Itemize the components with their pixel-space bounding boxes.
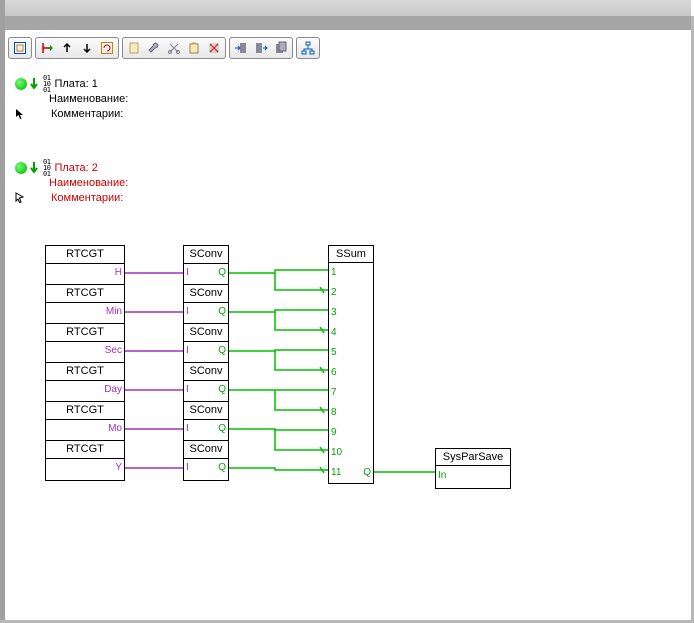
docs-button[interactable] xyxy=(271,39,291,57)
toolbar-group-5 xyxy=(296,37,320,59)
toolbar-group-1 xyxy=(8,37,32,59)
diagram: RTCGTH RTCGTMin RTCGTSec RTCGTDay RTCGTM… xyxy=(5,60,691,620)
toolbar-group-2 xyxy=(35,37,119,59)
export-button[interactable] xyxy=(251,39,271,57)
toolbar-group-3 xyxy=(122,37,226,59)
hierarchy-button[interactable] xyxy=(298,39,318,57)
move-down-button[interactable] xyxy=(77,39,97,57)
wrench-button[interactable] xyxy=(144,39,164,57)
cut-button[interactable] xyxy=(164,39,184,57)
zoom-extents-button[interactable] xyxy=(10,39,30,57)
toolbar xyxy=(8,36,320,60)
delete-button[interactable] xyxy=(204,39,224,57)
move-up-button[interactable] xyxy=(57,39,77,57)
toolbar-group-4 xyxy=(229,37,293,59)
paste-button[interactable] xyxy=(184,39,204,57)
new-doc-button[interactable] xyxy=(124,39,144,57)
collapse-button[interactable] xyxy=(37,39,57,57)
refresh-button[interactable] xyxy=(97,39,117,57)
import-button[interactable] xyxy=(231,39,251,57)
gray-strip xyxy=(5,16,691,30)
canvas[interactable]: 011001 Плата: 1 Наименование: Комментари… xyxy=(5,60,691,620)
wires-overlay xyxy=(5,60,685,620)
window-titlebar[interactable] xyxy=(5,0,691,17)
